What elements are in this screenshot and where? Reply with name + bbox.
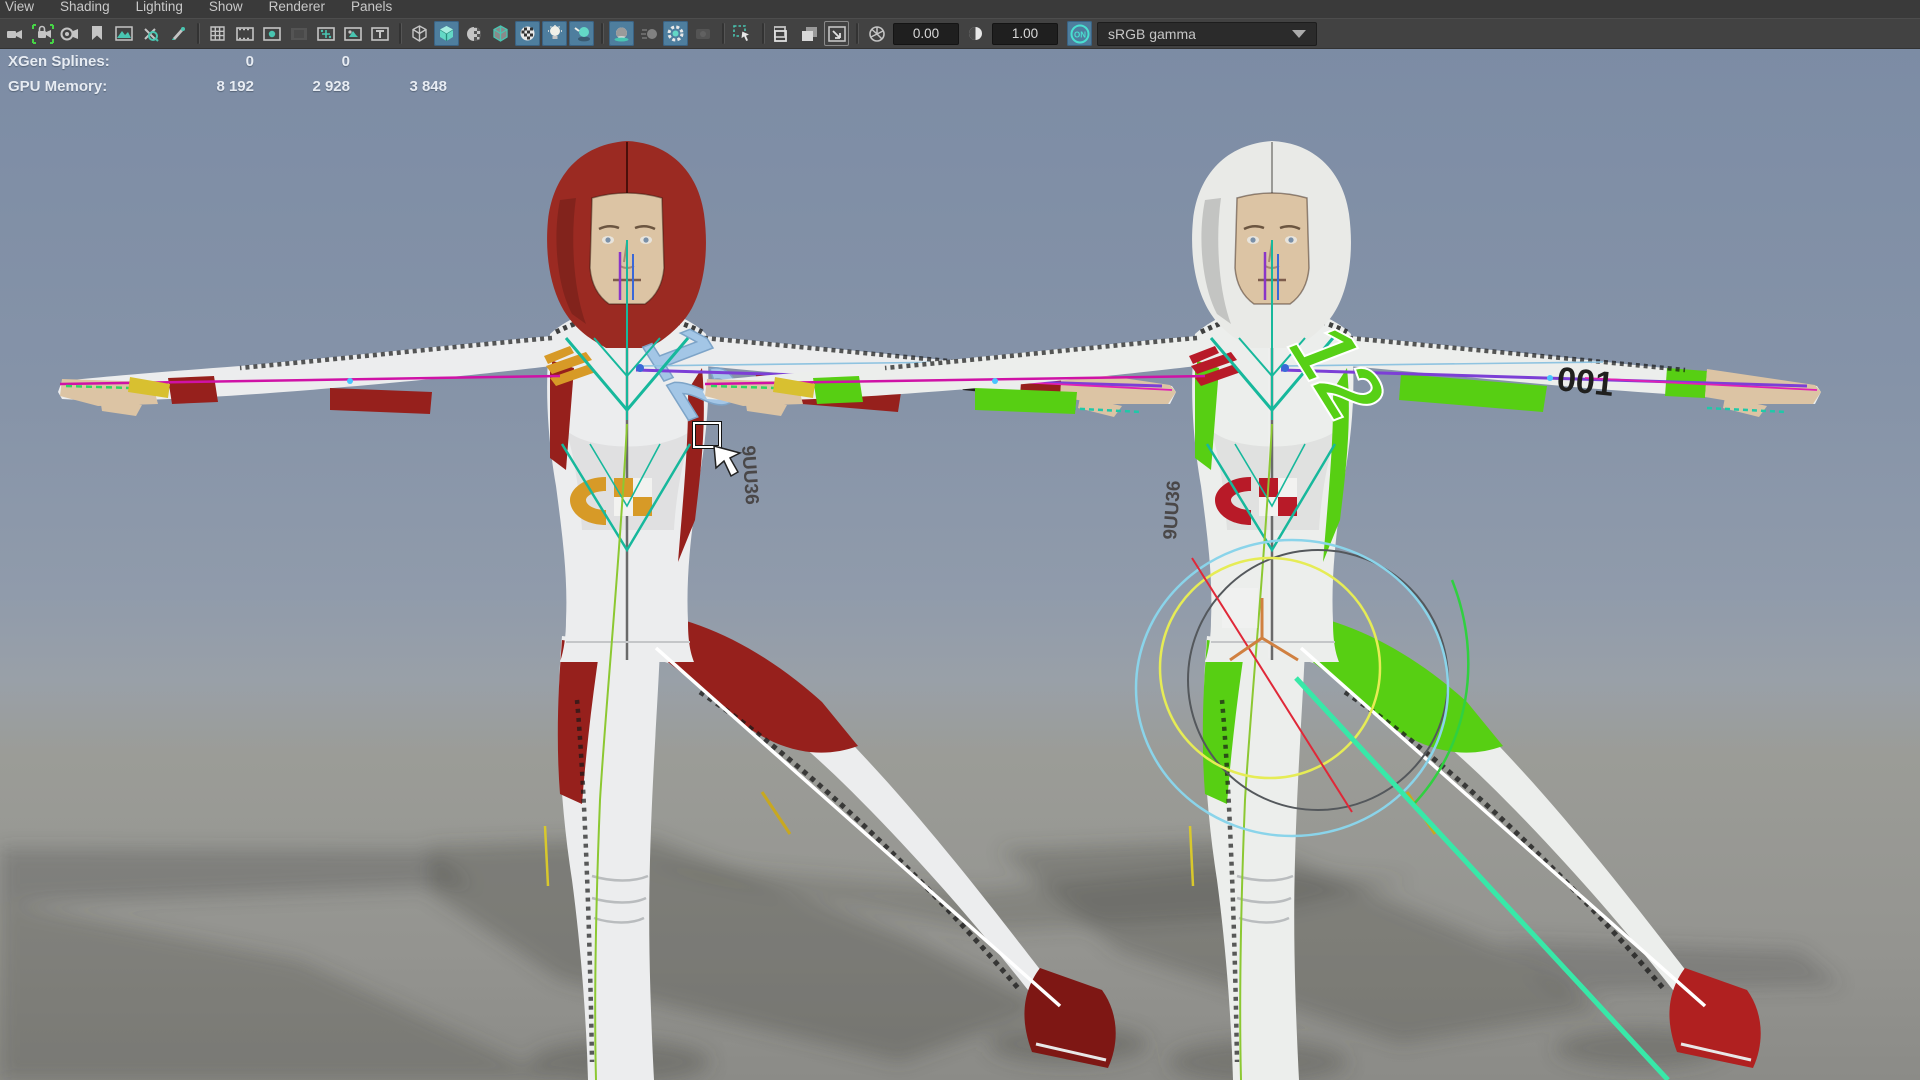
textured-icon[interactable] — [461, 21, 486, 46]
depth-of-field-icon[interactable] — [690, 21, 715, 46]
anti-aliasing-icon[interactable] — [663, 21, 688, 46]
safe-action-icon[interactable] — [340, 21, 365, 46]
film-gate-icon[interactable] — [232, 21, 257, 46]
menu-view[interactable]: View — [5, 0, 34, 14]
wireframe-icon[interactable] — [407, 21, 432, 46]
snapshot-icon[interactable] — [770, 21, 795, 46]
svg-text:ON: ON — [1074, 30, 1086, 39]
resolution-gate-icon[interactable] — [259, 21, 284, 46]
menu-panels[interactable]: Panels — [351, 0, 392, 14]
camera-lock-icon[interactable] — [30, 21, 55, 46]
multi-pane-icon[interactable] — [797, 21, 822, 46]
view-transform-value: sRGB gamma — [1108, 26, 1196, 42]
maya-viewport-panel: 12 01 9UU36 12 001 9UU36 — [0, 0, 1920, 1080]
gamma-on-toggle[interactable]: ON — [1067, 21, 1092, 46]
exposure-field[interactable]: 0.00 — [893, 23, 959, 45]
image-view-icon[interactable] — [824, 21, 849, 46]
wireframe-on-shaded-icon[interactable] — [488, 21, 513, 46]
green-sleeve-number: 001 — [1555, 360, 1615, 404]
isolate-select-icon[interactable] — [730, 21, 755, 46]
exposure-icon[interactable] — [864, 21, 889, 46]
use-default-material-icon[interactable] — [515, 21, 540, 46]
hud-gpu-value-2: 2 928 — [286, 78, 350, 95]
green-suit-brand-text: 9UU36 — [1160, 480, 1185, 540]
bookmark-icon[interactable] — [84, 21, 109, 46]
hud-gpu-value-1: 8 192 — [190, 78, 254, 95]
red-suit-brand-text: 9UU36 — [737, 445, 762, 505]
lighting-icon[interactable] — [542, 21, 567, 46]
gate-mask-icon[interactable] — [286, 21, 311, 46]
grid-icon[interactable] — [205, 21, 230, 46]
chevron-down-icon — [1292, 30, 1306, 38]
toolbar-separator — [397, 23, 402, 44]
toolbar-separator — [760, 23, 765, 44]
contrast-icon[interactable] — [963, 21, 988, 46]
hud-xgen-label: XGen Splines: — [8, 53, 110, 70]
hud-gpu-value-3: 3 848 — [383, 78, 447, 95]
grease-pencil-icon[interactable] — [165, 21, 190, 46]
hud-xgen-value-2: 0 — [286, 53, 350, 70]
field-chart-icon[interactable] — [313, 21, 338, 46]
menu-show[interactable]: Show — [209, 0, 243, 14]
panel-toolbar: 0.00 1.00 ON sRGB gamma — [0, 18, 1920, 49]
menu-renderer[interactable]: Renderer — [269, 0, 325, 14]
ssao-icon[interactable] — [609, 21, 634, 46]
camera-icon[interactable] — [3, 21, 28, 46]
toolbar-separator — [195, 23, 200, 44]
motion-blur-icon[interactable] — [636, 21, 661, 46]
hud-gpu-label: GPU Memory: — [8, 78, 107, 95]
viewport[interactable]: 12 01 9UU36 12 001 9UU36 — [0, 0, 1920, 1080]
camera-settings-icon[interactable] — [57, 21, 82, 46]
menu-shading[interactable]: Shading — [60, 0, 110, 14]
shadows-icon[interactable] — [569, 21, 594, 46]
toolbar-separator — [720, 23, 725, 44]
pan-zoom-icon[interactable] — [138, 21, 163, 46]
hud-xgen-value-1: 0 — [190, 53, 254, 70]
smooth-shade-icon[interactable] — [434, 21, 459, 46]
gamma-field[interactable]: 1.00 — [992, 23, 1058, 45]
view-transform-dropdown[interactable]: sRGB gamma — [1097, 22, 1317, 46]
menu-lighting[interactable]: Lighting — [136, 0, 183, 14]
image-plane-icon[interactable] — [111, 21, 136, 46]
safe-title-icon[interactable] — [367, 21, 392, 46]
panel-menu-bar: View Shading Lighting Show Renderer Pane… — [0, 0, 1920, 18]
toolbar-separator — [599, 23, 604, 44]
toolbar-separator — [854, 23, 859, 44]
